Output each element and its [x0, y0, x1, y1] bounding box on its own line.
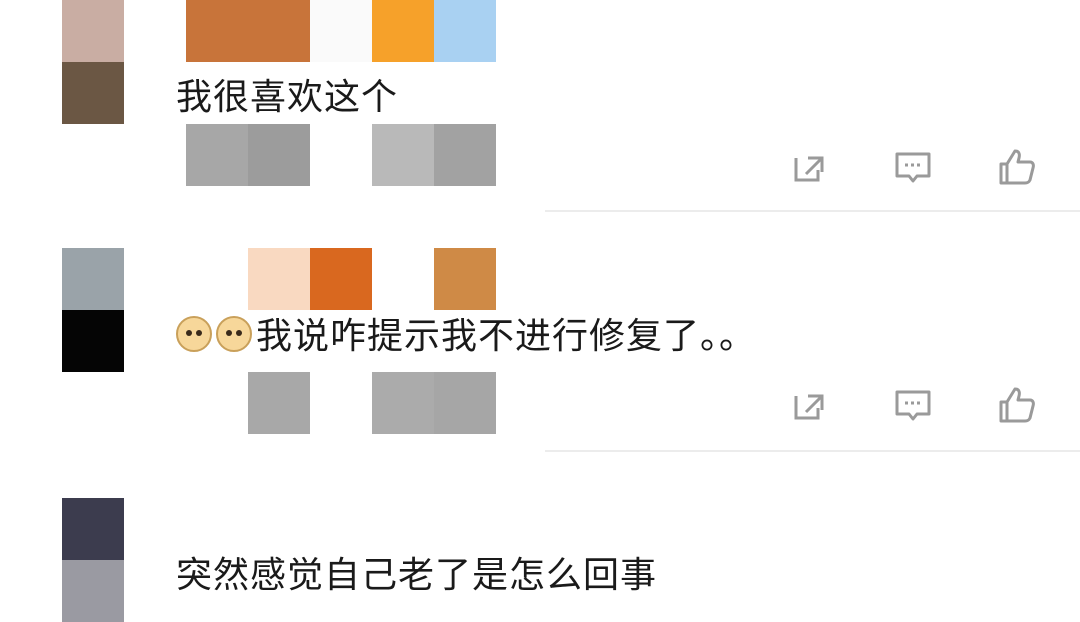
- divider: [545, 210, 1080, 212]
- comment-item: 我说咋提示我不进行修复了。。: [0, 214, 1080, 452]
- comment-actions: [788, 146, 1038, 188]
- like-icon[interactable]: [996, 384, 1038, 426]
- comment-actions: [788, 384, 1038, 426]
- doge-emoji-icon: [176, 316, 212, 352]
- comment-item: 我很喜欢这个: [0, 0, 1080, 212]
- reply-icon[interactable]: [892, 384, 934, 426]
- share-icon[interactable]: [788, 384, 830, 426]
- avatar[interactable]: [62, 498, 124, 622]
- reply-icon[interactable]: [892, 146, 934, 188]
- avatar[interactable]: [62, 248, 124, 372]
- share-icon[interactable]: [788, 146, 830, 188]
- like-icon[interactable]: [996, 146, 1038, 188]
- comment-text: 我说咋提示我不进行修复了。。: [172, 310, 761, 361]
- comment-text: 突然感觉自己老了是怎么回事: [172, 552, 662, 600]
- doge-emoji-icon: [216, 316, 252, 352]
- comment-list: 我很喜欢这个 我说咋提示我不进行修复了。。 突然感觉自己老了是怎么回事: [0, 0, 1080, 622]
- comment-item: 突然感觉自己老了是怎么回事: [0, 452, 1080, 622]
- comment-text-body: 我说咋提示我不进行修复了。。: [256, 316, 757, 357]
- comment-text: 我很喜欢这个: [172, 74, 403, 122]
- avatar[interactable]: [62, 0, 124, 124]
